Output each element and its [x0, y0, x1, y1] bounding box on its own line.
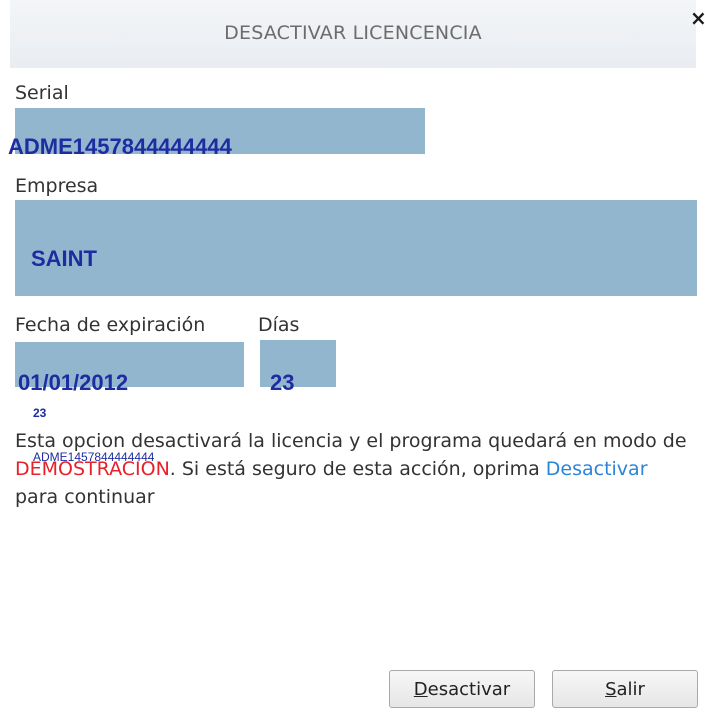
empresa-label: Empresa	[15, 175, 99, 197]
dias-value: 23	[270, 370, 295, 395]
fecha-label: Fecha de expiración	[15, 314, 206, 336]
close-icon[interactable]: ×	[690, 8, 705, 28]
message-text-2: . Si está seguro de esta acción, oprima	[169, 458, 546, 480]
dialog-titlebar: DESACTIVAR LICENCENCIA ×	[10, 0, 705, 68]
dialog-title: DESACTIVAR LICENCENCIA	[224, 22, 482, 44]
exit-button[interactable]: Salir	[552, 670, 698, 708]
overlay-days: 23	[33, 406, 47, 420]
dias-label: Días	[258, 314, 300, 336]
message-text-1: Esta opcion desactivará la licencia y el…	[15, 430, 687, 452]
deactivate-label: esactivar	[427, 678, 511, 700]
info-message: Esta opcion desactivará la licencia y el…	[15, 427, 695, 511]
message-text-3: para continuar	[15, 486, 155, 508]
message-demo-highlight: DEMOSTRACION	[15, 458, 170, 480]
deactivate-button[interactable]: Desactivar	[389, 670, 535, 708]
fecha-value: 01/01/2012	[18, 370, 129, 395]
deactivate-accelerator: D	[413, 678, 428, 700]
serial-label: Serial	[15, 82, 69, 104]
serial-value: ADME1457844444444	[8, 134, 232, 159]
empresa-value: SAINT	[31, 246, 97, 271]
exit-label: alir	[616, 678, 645, 700]
message-desactivar-highlight: Desactivar	[545, 458, 648, 480]
exit-accelerator: S	[605, 678, 617, 700]
empresa-field[interactable]	[15, 200, 697, 296]
